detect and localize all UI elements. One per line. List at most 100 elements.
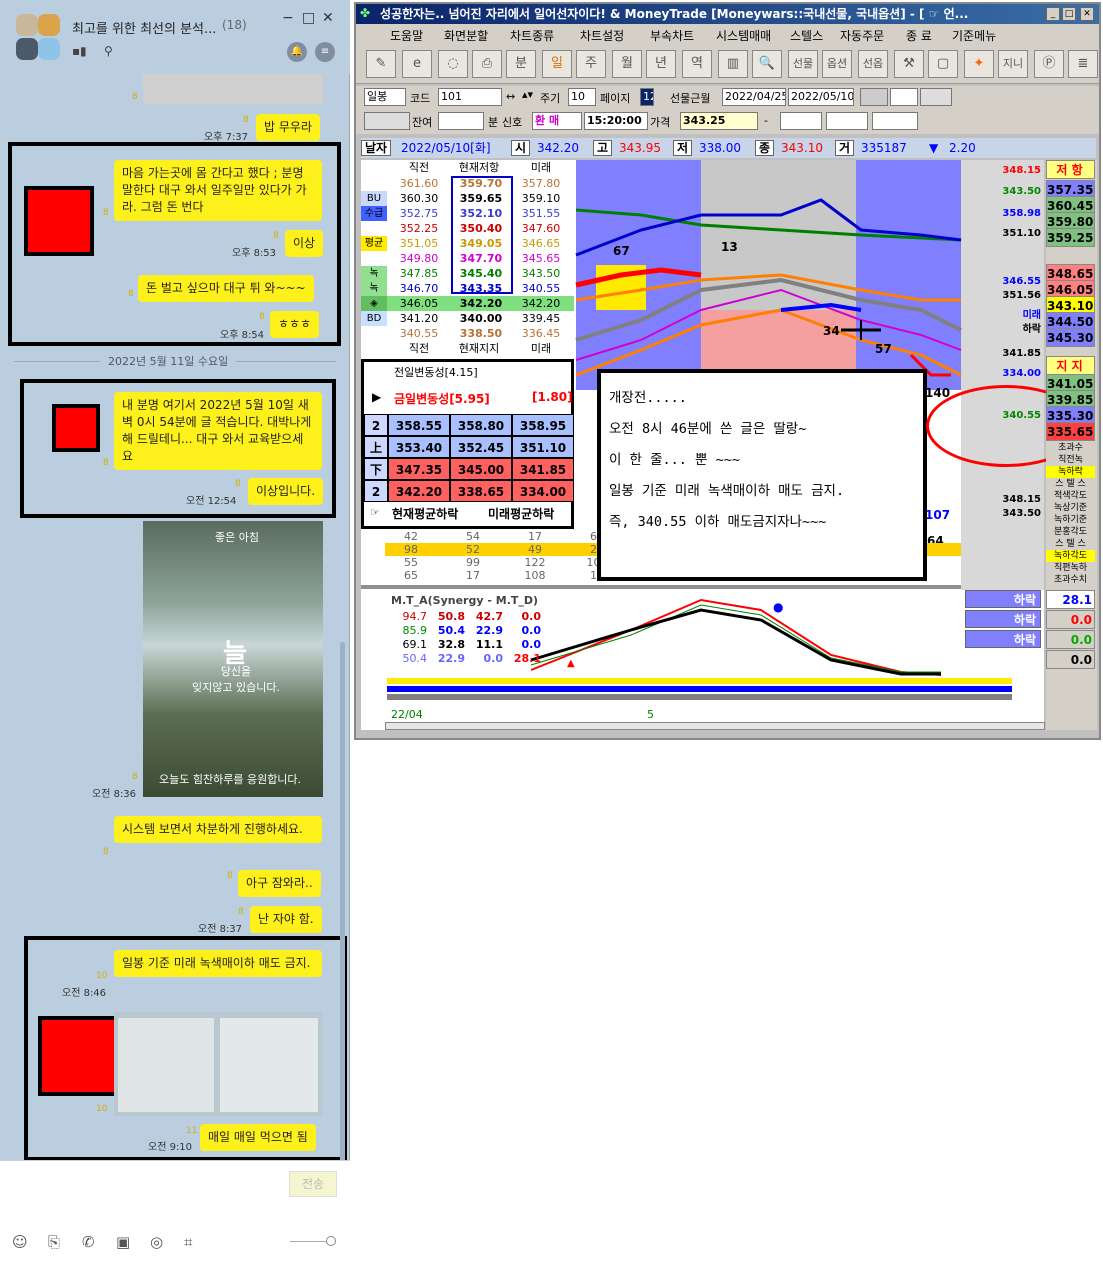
- week-button[interactable]: 주: [576, 50, 606, 78]
- menu-chart-settings[interactable]: 차트설정: [580, 27, 624, 44]
- message-bubble[interactable]: 이상입니다.: [248, 478, 324, 505]
- signal-button[interactable]: 하락: [965, 590, 1041, 608]
- edit-icon[interactable]: ✎: [366, 50, 396, 78]
- minute-button[interactable]: 분: [506, 50, 536, 78]
- menu-base[interactable]: 기준메뉴: [952, 27, 996, 44]
- group-avatar[interactable]: [14, 12, 64, 62]
- message-list[interactable]: 8 밥 무우라 오후 7:37 8 마음 가는곳에 몸 간다고 했다 ; 분명 …: [0, 74, 350, 1160]
- call-icon[interactable]: ✆: [82, 1233, 95, 1251]
- menu-exit[interactable]: 종 료: [906, 27, 932, 44]
- greeting-image[interactable]: 좋은 아침 늘 당신을 잊지않고 있습니다. 오늘도 힘찬하루를 응원합니다.: [143, 521, 323, 797]
- maximize-icon[interactable]: □: [1062, 7, 1076, 21]
- menu-split[interactable]: 화면분할: [444, 27, 488, 44]
- calendar-icon[interactable]: ▣: [116, 1233, 130, 1251]
- close-icon[interactable]: ✕: [1080, 7, 1094, 21]
- lower-cell: 17: [466, 569, 480, 582]
- message-bubble[interactable]: 내 분명 여기서 2022년 5월 10일 새벽 0시 54분에 글 적습니다.…: [114, 392, 322, 470]
- message-bubble[interactable]: 난 자야 함.: [250, 906, 322, 933]
- send-button[interactable]: 전송: [289, 1171, 337, 1197]
- scrollbar[interactable]: [340, 642, 345, 1160]
- message-bubble[interactable]: 시스템 보면서 차분하게 진행하세요.: [114, 816, 322, 843]
- bell-icon[interactable]: 🔔: [287, 42, 307, 62]
- message-input-area[interactable]: 전송 ☺ ⎘ ✆ ▣ ◎ ⌗: [0, 1160, 350, 1262]
- message-bubble[interactable]: ㅎㅎㅎ: [270, 311, 320, 338]
- futures-button[interactable]: 선물: [788, 50, 818, 78]
- code-field[interactable]: 101: [438, 88, 502, 106]
- spinner-icon[interactable]: ▴▾: [522, 88, 533, 101]
- signal-time-field[interactable]: 15:20:00: [584, 112, 648, 130]
- tool-icon[interactable]: ⚒: [894, 50, 924, 78]
- message-bubble[interactable]: 마음 가는곳에 몸 간다고 했다 ; 분명 말한다 대구 와서 일주일만 있다가…: [114, 160, 322, 221]
- message-bubble[interactable]: 이상: [285, 230, 324, 257]
- blank-field[interactable]: [920, 88, 952, 106]
- message-bubble[interactable]: 일봉 기준 미래 녹색매이하 매도 금지.: [114, 950, 322, 977]
- arrow-icon[interactable]: ↔: [506, 90, 515, 103]
- blank-field[interactable]: [780, 112, 822, 130]
- h-scrollbar[interactable]: [385, 722, 1045, 730]
- menu-help[interactable]: 도움말: [390, 27, 423, 44]
- close-icon[interactable]: ✕: [322, 10, 334, 26]
- voice-icon[interactable]: ◎: [150, 1233, 163, 1251]
- bar-icon[interactable]: ▥: [718, 50, 748, 78]
- zoom-slider[interactable]: [290, 1241, 330, 1242]
- thumbnail[interactable]: [220, 1018, 318, 1112]
- blank-field[interactable]: [890, 88, 918, 106]
- message-bubble[interactable]: 아구 잠와라..: [238, 870, 321, 897]
- list-icon[interactable]: ≣: [1068, 50, 1098, 78]
- photo-car[interactable]: [143, 74, 323, 104]
- pin-icon[interactable]: ✦: [964, 50, 994, 78]
- blank-field[interactable]: [872, 112, 918, 130]
- p-icon[interactable]: Ⓟ: [1034, 50, 1064, 78]
- signal-field[interactable]: 환 매: [532, 112, 582, 130]
- signal-button[interactable]: 하락: [965, 630, 1041, 648]
- bulb-icon[interactable]: ◌: [438, 50, 468, 78]
- message-bubble[interactable]: 밥 무우라: [256, 114, 320, 141]
- search-icon[interactable]: ⚲: [104, 44, 113, 58]
- emoji-icon[interactable]: ☺: [12, 1233, 28, 1251]
- print-icon[interactable]: ⎙: [472, 50, 502, 78]
- options-button[interactable]: 옵션: [822, 50, 852, 78]
- zoom-slider-handle[interactable]: [326, 1236, 336, 1246]
- lower-cell: 98: [404, 543, 418, 556]
- year-button[interactable]: 년: [646, 50, 676, 78]
- blank-field[interactable]: [364, 112, 410, 130]
- search-icon[interactable]: 🔍: [752, 50, 782, 78]
- menu-chart-type[interactable]: 차트종류: [510, 27, 554, 44]
- message-bubble[interactable]: 매일 매일 먹으면 됨: [200, 1124, 316, 1151]
- reverse-button[interactable]: 역: [682, 50, 712, 78]
- menu-icon[interactable]: ≡: [315, 42, 335, 62]
- price-chart[interactable]: 직전 현재저항 미래 361.60 359.70 357.80 BU 360.30 359…: [361, 160, 1086, 730]
- minimize-icon[interactable]: −: [282, 10, 294, 26]
- fut-opt-button[interactable]: 선옵: [858, 50, 888, 78]
- blank-field[interactable]: [826, 112, 868, 130]
- day-button[interactable]: 일: [542, 50, 572, 78]
- cycle-field[interactable]: 10: [568, 88, 596, 106]
- date-from-field[interactable]: 2022/04/25: [722, 88, 786, 106]
- month-button[interactable]: 월: [612, 50, 642, 78]
- period-select[interactable]: 일봉: [364, 88, 406, 106]
- menu-stealth[interactable]: 스텔스: [790, 27, 823, 44]
- minimize-icon[interactable]: _: [1046, 7, 1060, 21]
- thumbnail[interactable]: [118, 1018, 214, 1112]
- date-to-field[interactable]: 2022/05/10: [788, 88, 854, 106]
- maximize-icon[interactable]: □: [302, 10, 315, 26]
- separator: [361, 585, 961, 589]
- member-icon[interactable]: ▪: [72, 44, 80, 58]
- close-value: 343.10: [781, 141, 823, 155]
- price-field[interactable]: 343.25: [680, 112, 758, 130]
- page-field[interactable]: 12: [640, 88, 654, 106]
- blank-field[interactable]: [860, 88, 888, 106]
- menu-auto-order[interactable]: 자동주문: [840, 27, 884, 44]
- capture-icon[interactable]: ⌗: [184, 1233, 192, 1251]
- screen-icon[interactable]: ▢: [928, 50, 958, 78]
- signal-button[interactable]: 하락: [965, 610, 1041, 628]
- genie-button[interactable]: 지니: [998, 50, 1028, 78]
- attach-icon[interactable]: ⎘: [48, 1233, 60, 1251]
- menu-sub-chart[interactable]: 부속차트: [650, 27, 694, 44]
- menu-system-trade[interactable]: 시스템매매: [716, 27, 771, 44]
- message-bubble[interactable]: 돈 벌고 싶으마 대구 튀 와~~~: [138, 275, 314, 302]
- remain-field[interactable]: [438, 112, 484, 130]
- browser-icon[interactable]: e: [402, 50, 432, 78]
- photo-thumbnails[interactable]: [114, 1012, 322, 1116]
- folder-icon[interactable]: ▮: [80, 44, 87, 58]
